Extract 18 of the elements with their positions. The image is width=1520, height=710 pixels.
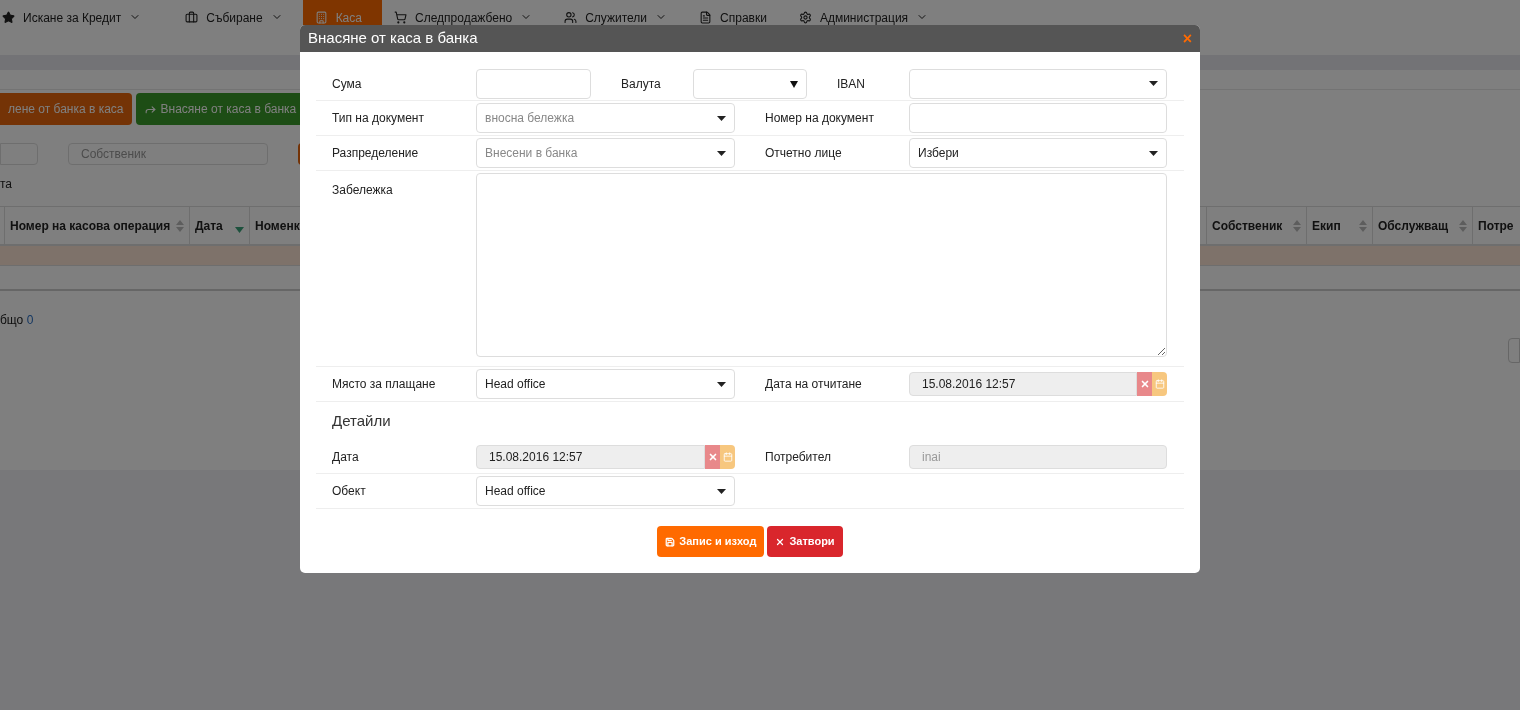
field-label: Дата на отчитане [765, 377, 862, 391]
field-label: Място за плащане [332, 377, 436, 391]
caption-text: та [0, 176, 13, 193]
field-label: Тип на документ [332, 111, 424, 125]
field-label: Валута [621, 76, 661, 91]
modal-title: Внасяне от каса в банка [308, 28, 478, 49]
field-label: Потребител [765, 449, 831, 464]
field-label: Отчетно лице [765, 146, 842, 160]
field-label: Разпределение [332, 146, 419, 160]
section-heading: Детайли [332, 410, 391, 431]
total-text: бщо 0 [0, 312, 34, 329]
field-label: Дата [332, 449, 359, 464]
field-label: IBAN [837, 76, 865, 91]
field-label: Сума [332, 76, 362, 91]
field-label: Номер на документ [765, 111, 874, 125]
field-label: Обект [332, 484, 366, 498]
user-field: inai [909, 444, 1167, 469]
field-label: Забележка [332, 183, 393, 197]
